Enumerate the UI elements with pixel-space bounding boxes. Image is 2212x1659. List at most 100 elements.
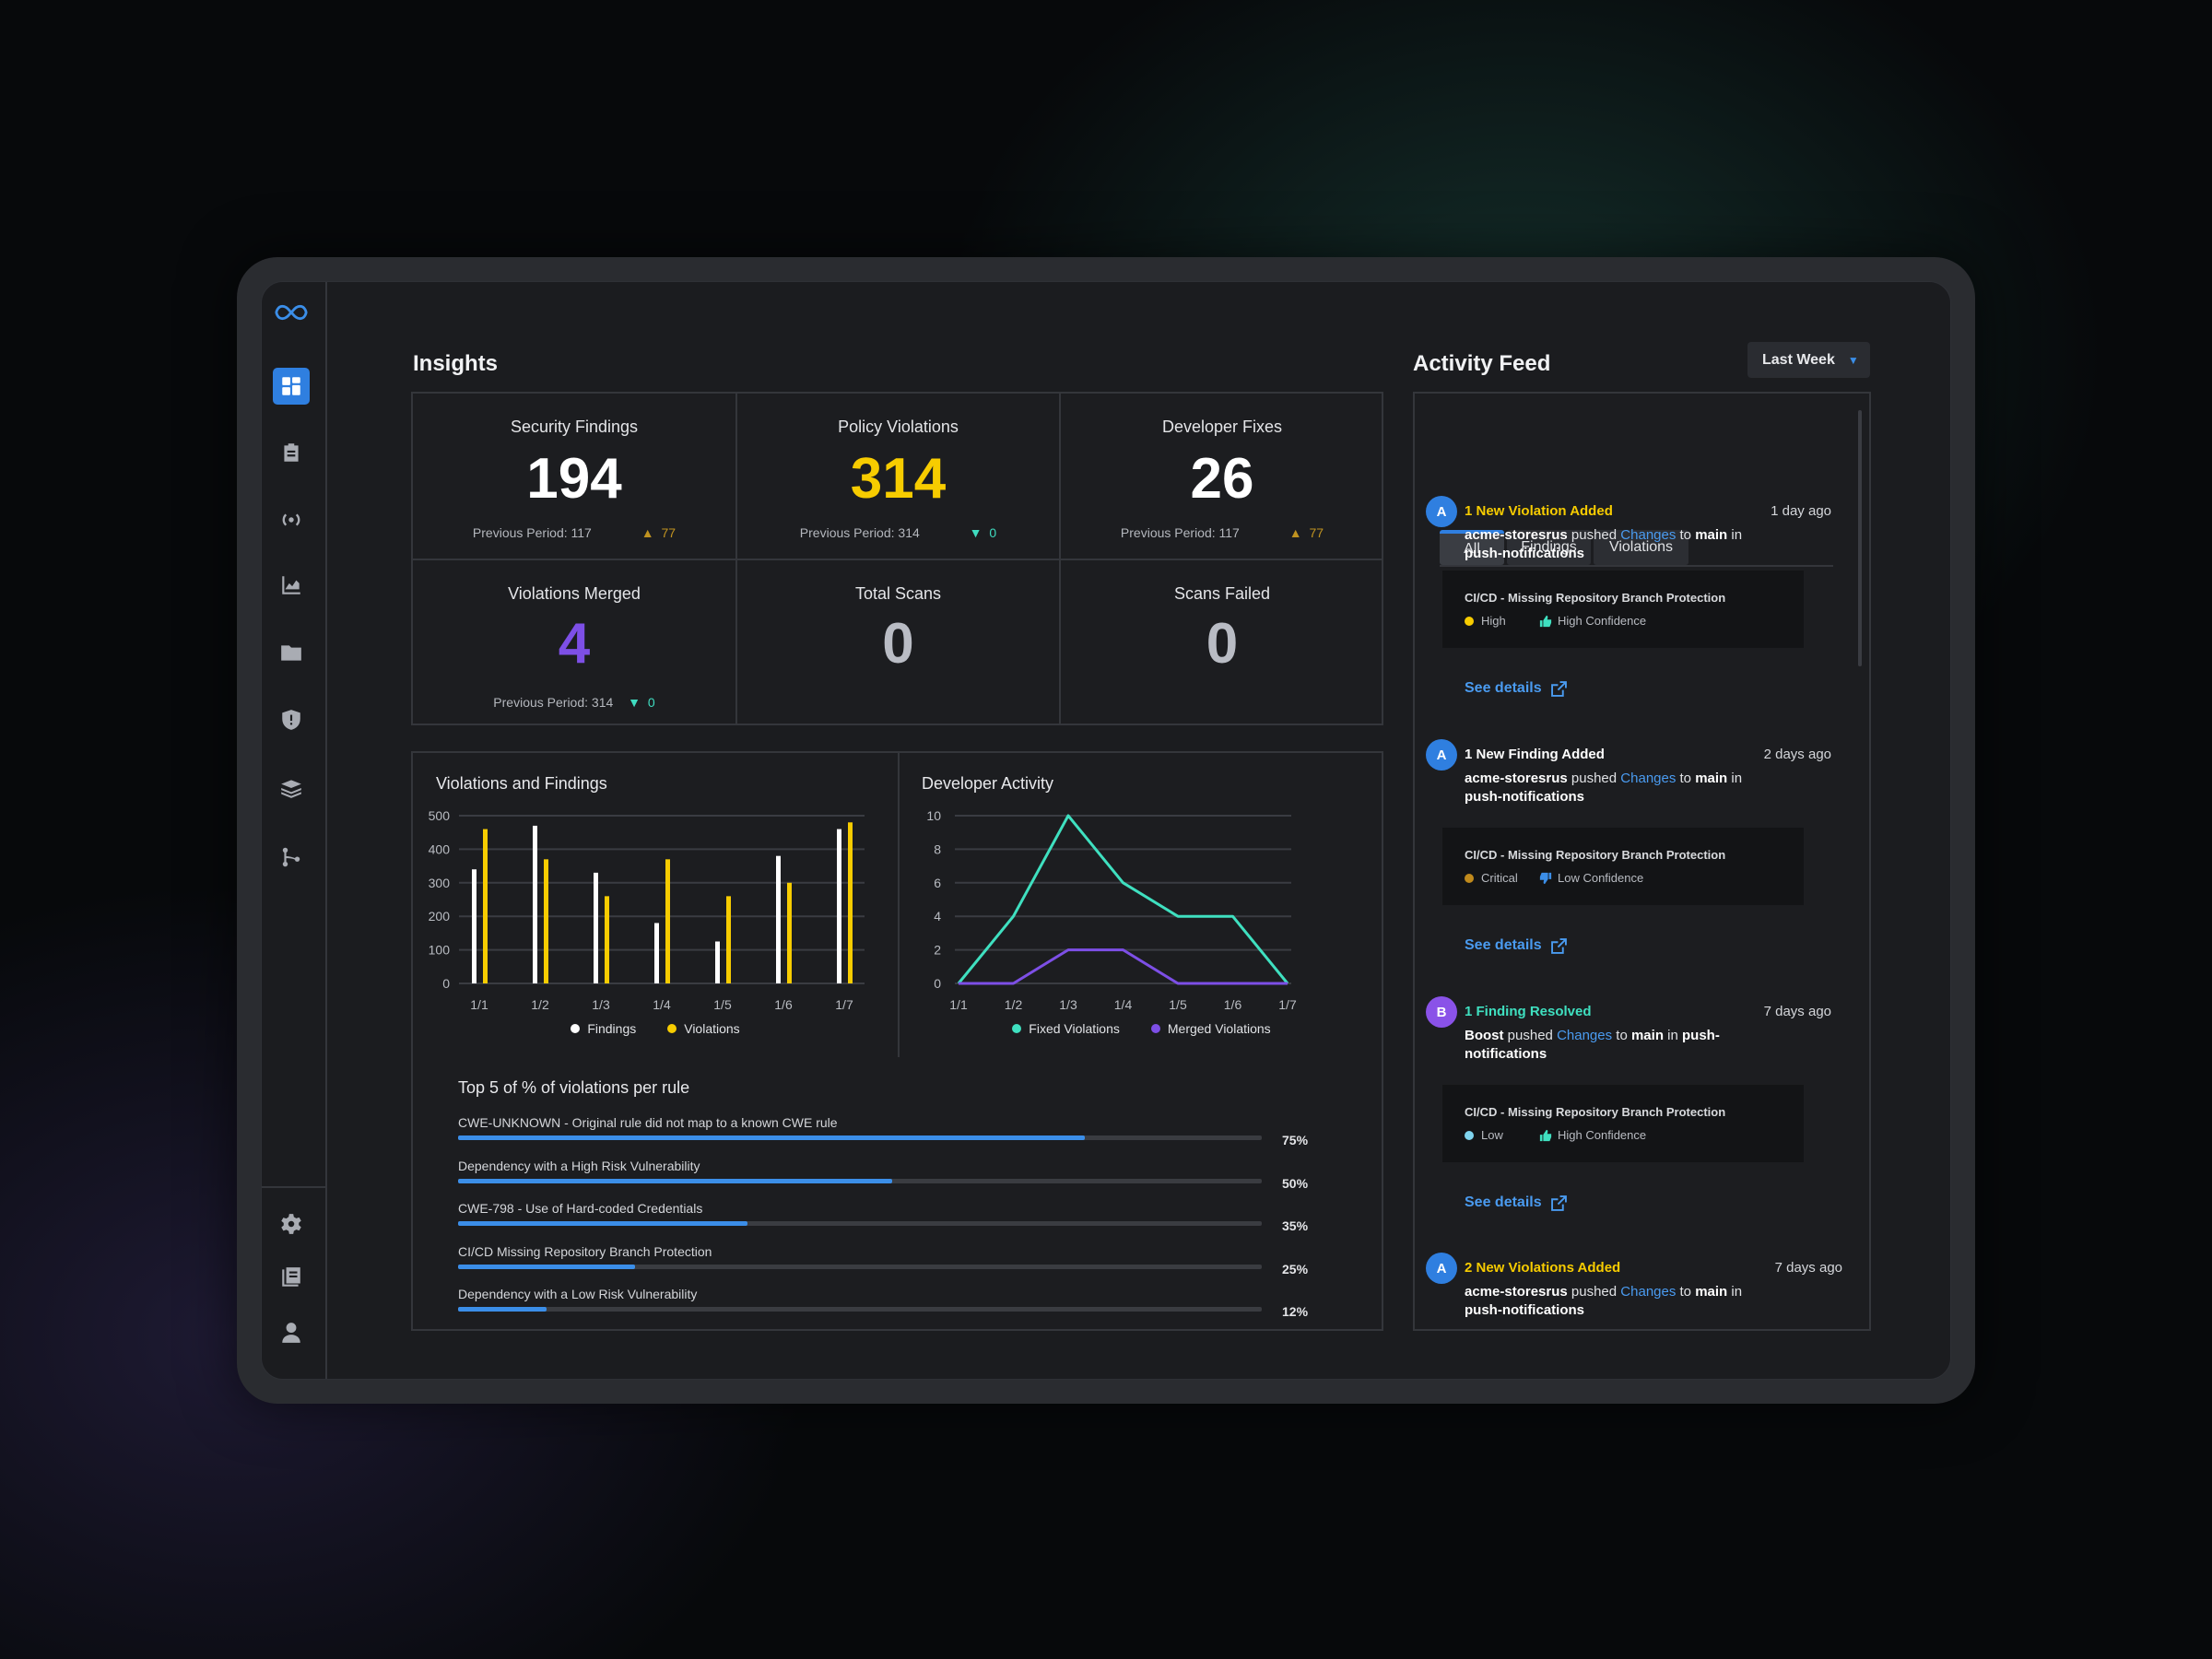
documents-icon[interactable] <box>273 1259 310 1296</box>
kpi-title: Developer Fixes <box>1161 418 1283 436</box>
x-tick-label: 1/2 <box>1005 997 1023 1012</box>
in-text: in <box>1731 771 1743 786</box>
rule-label: CI/CD Missing Repository Branch Protecti… <box>458 1243 712 1259</box>
rule-progress-fill <box>458 1135 1086 1140</box>
legend-violations: Violations <box>667 1021 740 1036</box>
actor: acme-storesrus <box>1465 771 1568 786</box>
bar-violations-1/1 <box>483 829 488 983</box>
changes-link[interactable]: Changes <box>1557 1028 1612 1043</box>
layers-icon[interactable] <box>273 770 310 806</box>
rule-progress-track <box>458 1178 1262 1183</box>
kpi-previous: Previous Period: 314 ▼ 0 <box>413 695 735 710</box>
feed-scrollbar[interactable] <box>1858 410 1862 666</box>
bar-findings-1/6 <box>776 855 781 983</box>
rule-card: CI/CD - Missing Repository Branch Protec… <box>1442 1085 1804 1162</box>
external-link-icon <box>1550 1194 1567 1211</box>
kpi-delta: 0 <box>647 695 655 710</box>
bar-chart-legend: Findings Violations <box>413 1021 898 1036</box>
branch: main <box>1630 1028 1664 1043</box>
branch: main <box>1695 527 1728 543</box>
x-tick-label: 1/1 <box>949 997 968 1012</box>
see-details-link[interactable]: See details <box>1465 680 1567 697</box>
rule-label: CWE-798 - Use of Hard-coded Credentials <box>458 1201 703 1216</box>
changes-link[interactable]: Changes <box>1620 527 1676 543</box>
x-tick-label: 1/4 <box>653 997 671 1012</box>
user-icon[interactable] <box>273 1314 310 1351</box>
feed-item-body: acme-storesrus pushed Changes to main in… <box>1465 526 1764 563</box>
actor: acme-storesrus <box>1465 527 1568 543</box>
shield-alert-icon[interactable] <box>273 701 310 738</box>
x-tick-label: 1/5 <box>713 997 732 1012</box>
legend-findings: Findings <box>571 1021 636 1036</box>
rule-card: CI/CD - Missing Repository Branch Protec… <box>1442 571 1804 648</box>
feed-item: A 1 New Finding Added 2 days ago acme-st… <box>1426 739 1831 979</box>
triangle-down-icon: ▼ <box>969 525 982 540</box>
gear-icon[interactable] <box>273 1206 310 1242</box>
feed-item-title: 1 New Violation Added <box>1465 503 1613 519</box>
dashboard-icon[interactable] <box>273 368 310 405</box>
see-details-link[interactable]: See details <box>1465 1194 1567 1211</box>
avatar: A <box>1426 1253 1457 1284</box>
folder-icon[interactable] <box>273 634 310 671</box>
broadcast-icon[interactable] <box>273 501 310 538</box>
rule-name: CI/CD - Missing Repository Branch Protec… <box>1465 848 1726 862</box>
bar-violations-1/4 <box>665 859 670 983</box>
x-tick-label: 1/3 <box>1059 997 1077 1012</box>
changes-link[interactable]: Changes <box>1620 1284 1676 1300</box>
y-tick-label: 4 <box>934 909 941 924</box>
y-tick-label: 400 <box>429 841 451 856</box>
severity-label: High <box>1481 614 1506 628</box>
chart-icon[interactable] <box>273 567 310 604</box>
y-tick-label: 2 <box>934 943 941 958</box>
sidebar <box>262 282 327 1379</box>
date-range-dropdown[interactable]: Last Week ▼ <box>1747 342 1870 378</box>
changes-link[interactable]: Changes <box>1620 771 1676 786</box>
legend-merged-violations: Merged Violations <box>1150 1021 1271 1036</box>
see-details-link[interactable]: See details <box>1465 937 1567 954</box>
activity-feed-title: Activity Feed <box>1413 351 1551 376</box>
clipboard-icon[interactable] <box>273 434 310 471</box>
feed-item-time: 2 days ago <box>1763 747 1831 762</box>
actor: Boost <box>1465 1028 1504 1043</box>
rule-name: CI/CD - Missing Repository Branch Protec… <box>1465 1105 1726 1119</box>
verb: pushed <box>1571 771 1618 786</box>
verb: pushed <box>1507 1028 1553 1043</box>
kpi-title: Policy Violations <box>838 418 959 436</box>
rule-progress-fill <box>458 1307 547 1312</box>
kpi-value: 194 <box>526 447 622 511</box>
legend-swatch <box>667 1024 677 1033</box>
line-fixed-violations <box>957 814 1289 984</box>
developer-activity-chart: 0 2 4 6 8 10 1/1 1/2 1/3 1/4 1/5 1/6 1/7 <box>926 808 1297 1012</box>
in-text: in <box>1731 527 1743 543</box>
rule-row: Dependency with a Low Risk Vulnerability… <box>458 1287 1343 1324</box>
rule-label: Dependency with a Low Risk Vulnerability <box>458 1287 698 1301</box>
kpi-card: Violations Merged 4 Previous Period: 314… <box>413 560 735 725</box>
kpi-card: Policy Violations 314 Previous Period: 3… <box>737 394 1059 559</box>
avatar: A <box>1426 496 1457 527</box>
x-tick-label: 1/5 <box>1169 997 1187 1012</box>
kpi-previous-label: Previous Period: 117 <box>472 525 592 540</box>
triangle-up-icon: ▲ <box>641 525 654 540</box>
branch-icon[interactable] <box>273 839 310 876</box>
to-text: to <box>1679 527 1692 543</box>
rule-row: CWE-798 - Use of Hard-coded Credentials … <box>458 1201 1343 1238</box>
severity-dot-icon <box>1465 1130 1474 1140</box>
severity: Low <box>1465 1128 1503 1142</box>
x-tick-label: 1/1 <box>470 997 488 1012</box>
thumbs-up-icon <box>1539 1129 1552 1142</box>
infinity-logo-icon[interactable] <box>273 294 310 331</box>
x-tick-label: 1/4 <box>1114 997 1133 1012</box>
kpi-card: Total Scans 0 <box>737 560 1059 725</box>
kpi-previous: Previous Period: 117 ▲ 77 <box>413 525 735 540</box>
feed-item-title: 2 New Violations Added <box>1465 1260 1621 1276</box>
rule-progress-track <box>458 1135 1262 1140</box>
to-text: to <box>1679 771 1692 786</box>
feed-item: B 1 Finding Resolved 7 days ago Boost pu… <box>1426 996 1831 1236</box>
feed-item-time: 1 day ago <box>1771 503 1831 519</box>
branch: main <box>1695 1284 1728 1300</box>
feed-item: A 2 New Violations Added 7 days ago acme… <box>1426 1253 1842 1329</box>
kpi-previous-label: Previous Period: 117 <box>1120 525 1240 540</box>
bar-findings-1/4 <box>654 923 659 983</box>
y-tick-label: 300 <box>429 876 451 890</box>
severity-label: Low <box>1481 1128 1503 1142</box>
